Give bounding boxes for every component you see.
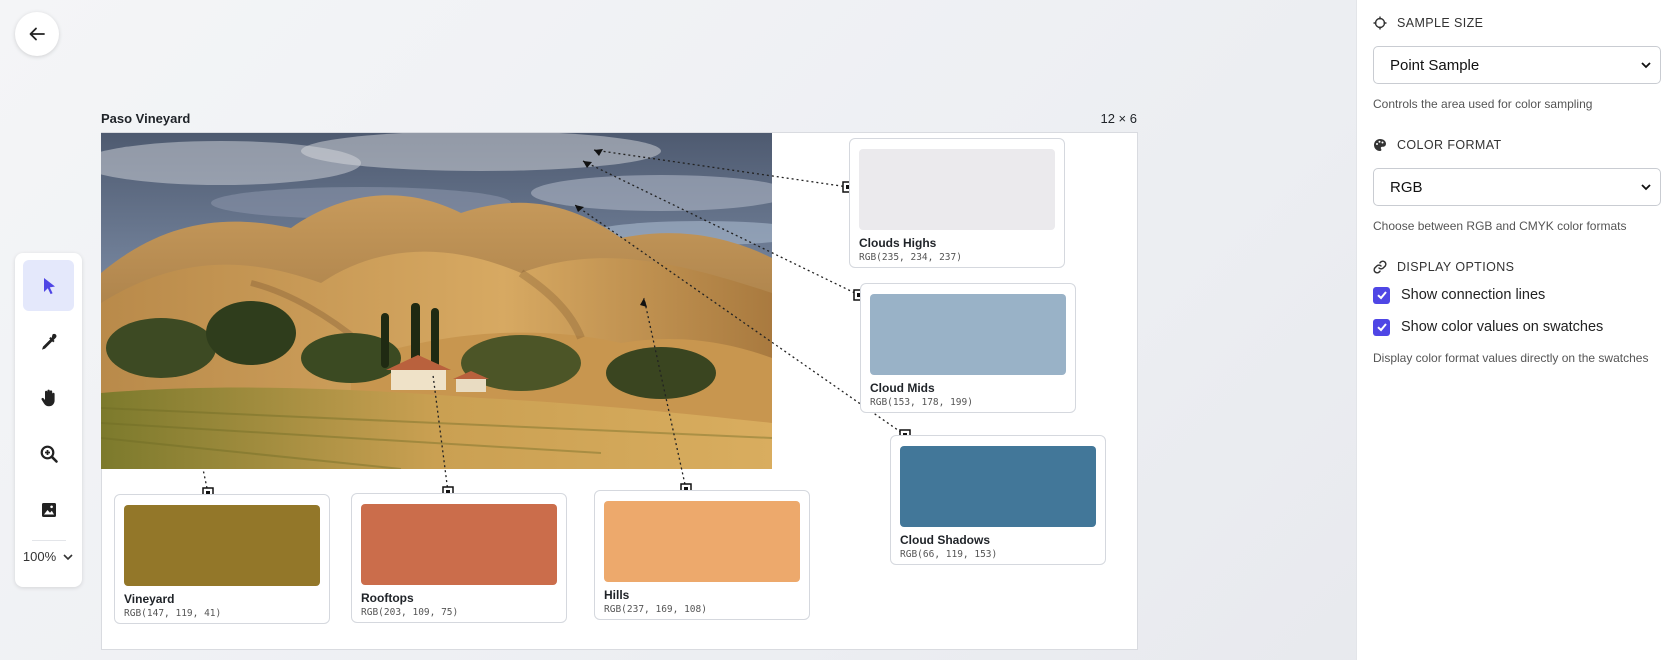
show-connection-lines-option[interactable]: Show connection lines bbox=[1373, 284, 1656, 306]
back-button[interactable] bbox=[15, 12, 59, 56]
zoom-level-dropdown[interactable]: 100% bbox=[23, 549, 74, 564]
checkmark-icon bbox=[1376, 291, 1387, 300]
color-format-heading-label: COLOR FORMAT bbox=[1397, 138, 1502, 152]
zoom-level-value: 100% bbox=[22, 549, 57, 564]
pointer-tool-button[interactable] bbox=[23, 260, 74, 311]
sample-size-hint: Controls the area used for color samplin… bbox=[1373, 97, 1593, 111]
sample-size-selected-value: Point Sample bbox=[1390, 56, 1480, 74]
swatch-name: Vineyard bbox=[124, 592, 175, 606]
hand-tool-button[interactable] bbox=[23, 372, 74, 423]
show-connection-lines-checkbox[interactable] bbox=[1373, 286, 1390, 304]
show-color-values-checkbox[interactable] bbox=[1373, 318, 1390, 336]
display-options-hint: Display color format values directly on … bbox=[1373, 351, 1649, 365]
crosshair-icon bbox=[1373, 16, 1387, 30]
image-tool-button[interactable] bbox=[23, 484, 74, 535]
display-options-heading: DISPLAY OPTIONS bbox=[1373, 256, 1656, 278]
swatch-name: Cloud Shadows bbox=[900, 533, 990, 547]
sample-size-heading: SAMPLE SIZE bbox=[1373, 12, 1656, 34]
swatch-name: Cloud Mids bbox=[870, 381, 935, 395]
swatch-name: Hills bbox=[604, 588, 630, 602]
color-format-select[interactable]: RGB bbox=[1373, 168, 1661, 206]
canvas-size-label: 12 × 6 bbox=[1100, 111, 1137, 126]
pointer-icon bbox=[43, 277, 55, 294]
swatch-name: Rooftops bbox=[361, 591, 414, 605]
sample-size-select[interactable]: Point Sample bbox=[1373, 46, 1661, 84]
swatch-value: RGB(66, 119, 153) bbox=[900, 549, 998, 560]
swatch-color-chip bbox=[900, 446, 1096, 527]
swatch-color-chip bbox=[870, 294, 1066, 375]
show-connection-lines-label: Show connection lines bbox=[1401, 287, 1546, 303]
swatch-value: RGB(237, 169, 108) bbox=[604, 604, 707, 615]
swatch-value: RGB(147, 119, 41) bbox=[124, 608, 222, 619]
swatch-color-chip bbox=[859, 149, 1055, 230]
swatch-card[interactable]: Cloud Mids RGB(153, 178, 199) bbox=[860, 283, 1076, 413]
swatch-color-chip bbox=[361, 504, 557, 585]
toolbar-divider bbox=[31, 540, 66, 541]
swatch-card[interactable]: Vineyard RGB(147, 119, 41) bbox=[114, 494, 330, 624]
color-format-hint: Choose between RGB and CMYK color format… bbox=[1373, 219, 1627, 233]
swatch-name: Clouds Highs bbox=[859, 236, 937, 250]
swatch-card[interactable]: Rooftops RGB(203, 109, 75) bbox=[351, 493, 567, 623]
landscape-photo[interactable] bbox=[101, 133, 772, 469]
palette-icon bbox=[1374, 139, 1386, 151]
swatch-card[interactable]: Hills RGB(237, 169, 108) bbox=[594, 490, 810, 620]
swatch-value: RGB(235, 234, 237) bbox=[859, 252, 962, 263]
image-icon bbox=[41, 502, 56, 517]
chevron-down-icon bbox=[1641, 184, 1651, 191]
link-icon bbox=[1373, 260, 1387, 274]
show-color-values-label: Show color values on swatches bbox=[1401, 319, 1604, 335]
chevron-down-icon bbox=[1641, 62, 1651, 69]
tool-palette: 100% bbox=[15, 253, 82, 587]
arrow-left-icon bbox=[29, 27, 45, 41]
sample-size-heading-label: SAMPLE SIZE bbox=[1397, 16, 1484, 30]
swatch-card[interactable]: Cloud Shadows RGB(66, 119, 153) bbox=[890, 435, 1106, 565]
canvas-title: Paso Vineyard bbox=[101, 111, 191, 126]
swatch-value: RGB(153, 178, 199) bbox=[870, 397, 973, 408]
swatch-color-chip bbox=[604, 501, 800, 582]
color-format-selected-value: RGB bbox=[1390, 178, 1423, 196]
checkmark-icon bbox=[1376, 323, 1387, 332]
hand-icon bbox=[40, 389, 55, 406]
eyedropper-icon bbox=[41, 333, 56, 350]
swatch-card[interactable]: Clouds Highs RGB(235, 234, 237) bbox=[849, 138, 1065, 268]
zoom-icon bbox=[40, 445, 58, 463]
swatch-value: RGB(203, 109, 75) bbox=[361, 607, 459, 618]
settings-panel: SAMPLE SIZE Point Sample Controls the ar… bbox=[1356, 0, 1672, 660]
color-format-heading: COLOR FORMAT bbox=[1373, 134, 1656, 156]
chevron-down-icon bbox=[63, 553, 73, 560]
show-color-values-option[interactable]: Show color values on swatches bbox=[1373, 316, 1656, 338]
display-options-heading-label: DISPLAY OPTIONS bbox=[1397, 260, 1515, 274]
swatch-color-chip bbox=[124, 505, 320, 586]
eyedropper-tool-button[interactable] bbox=[23, 316, 74, 367]
zoom-tool-button[interactable] bbox=[23, 428, 74, 479]
